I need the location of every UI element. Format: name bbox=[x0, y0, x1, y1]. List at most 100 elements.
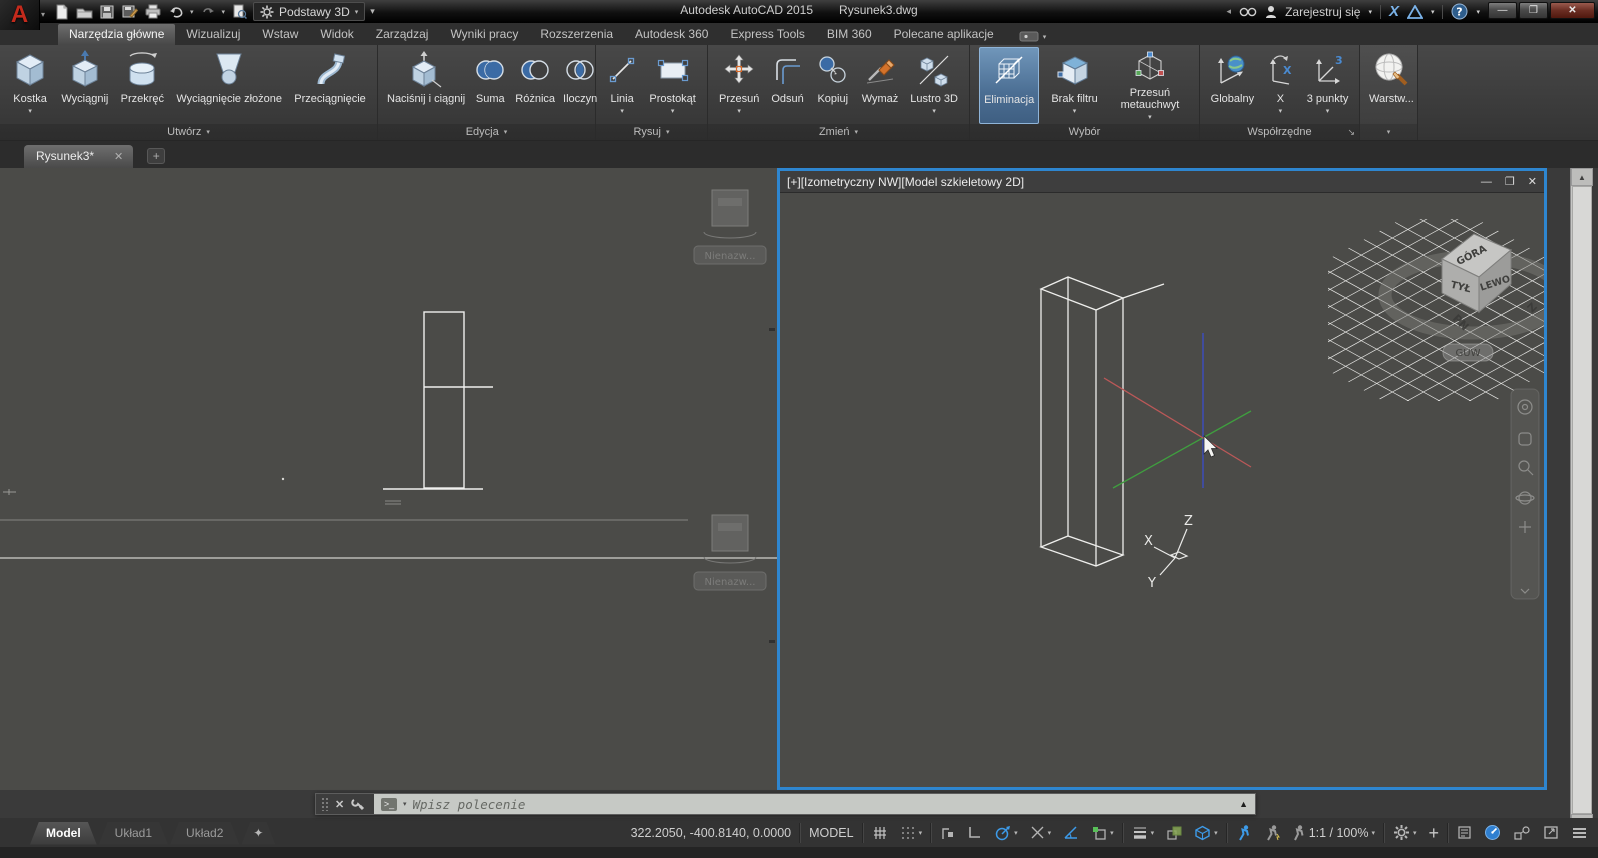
new-layout-button[interactable]: ✦ bbox=[241, 822, 275, 845]
kopiuj-button[interactable]: Kopiuj bbox=[812, 47, 854, 124]
left-viewport[interactable]: Nienazw... Nienazw... bbox=[0, 168, 777, 790]
redo-button[interactable] bbox=[199, 3, 217, 20]
close-button[interactable]: ✕ bbox=[1550, 2, 1595, 19]
eliminacja-button[interactable]: Eliminacja bbox=[979, 47, 1039, 124]
undo-caret-icon[interactable]: ▾ bbox=[190, 8, 194, 16]
restore-button[interactable]: ❐ bbox=[1519, 2, 1548, 19]
viewport-restore-icon[interactable]: ❐ bbox=[1505, 175, 1515, 188]
ucs-x-caret-icon[interactable]: ▾ bbox=[1279, 106, 1283, 118]
viewport-minimize-icon[interactable]: — bbox=[1481, 176, 1492, 188]
print-button[interactable] bbox=[144, 3, 162, 20]
przeciagniecie-button[interactable]: Przeciągnięcie bbox=[290, 47, 370, 124]
workspace-switch-caret-icon[interactable]: ▾ bbox=[1413, 829, 1417, 837]
command-line-close-icon[interactable]: ✕ bbox=[335, 798, 344, 811]
qat-overflow-icon[interactable]: ▾ bbox=[370, 6, 375, 17]
annotation-scale-toggle[interactable]: 1:1 / 100% ▾ bbox=[1286, 818, 1381, 847]
ucs-x-button[interactable]: X X ▾ bbox=[1261, 47, 1299, 124]
panel-utworz-footer[interactable]: Utwórz▾ bbox=[0, 124, 377, 140]
ucs-3-punkty-button[interactable]: 3 3 punkty ▾ bbox=[1303, 47, 1353, 124]
ribbon-state-caret-icon[interactable]: ▾ bbox=[1043, 33, 1047, 41]
przesun-caret-icon[interactable]: ▾ bbox=[737, 106, 741, 118]
customization-menu-button[interactable] bbox=[1565, 818, 1598, 847]
ribbon-display-toggle[interactable]: ▾ bbox=[1019, 31, 1047, 45]
plot-preview-button[interactable] bbox=[230, 3, 248, 20]
kostka-caret-icon[interactable]: ▾ bbox=[28, 106, 32, 118]
command-line-palette[interactable]: ✕ >_ ▾ Wpisz polecenie ▲ bbox=[315, 793, 1256, 815]
lineweight-caret-icon[interactable]: ▾ bbox=[1151, 829, 1155, 837]
lineweight-toggle[interactable]: ▾ bbox=[1126, 818, 1161, 847]
lustro-3d-caret-icon[interactable]: ▾ bbox=[932, 106, 936, 118]
panel-dialog-launcher-icon[interactable]: ↘ bbox=[1347, 127, 1355, 138]
mini-viewcube-bottom[interactable] bbox=[704, 515, 756, 563]
isolate-objects-button[interactable] bbox=[1507, 818, 1537, 847]
coordinates-display[interactable]: 322.2050, -400.8140, 0.0000 bbox=[631, 826, 792, 840]
tab-polecane-aplikacje[interactable]: Polecane aplikacje bbox=[883, 24, 1005, 45]
wyciagnij-button[interactable]: Wyciągnij bbox=[57, 47, 112, 124]
annotation-scale-caret-icon[interactable]: ▾ bbox=[1371, 829, 1375, 837]
prostokat-caret-icon[interactable]: ▾ bbox=[671, 106, 675, 118]
active-viewport[interactable]: [+][Izometryczny NW][Model szkieletowy 2… bbox=[777, 168, 1547, 790]
tab-wizualizuj[interactable]: Wizualizuj bbox=[175, 24, 251, 45]
help-caret-icon[interactable]: ▾ bbox=[1476, 8, 1480, 16]
annotation-scale-value[interactable]: 1:1 / 100% bbox=[1309, 826, 1369, 840]
odsun-button[interactable]: Odsuń bbox=[767, 47, 807, 124]
viewport-controls-menu[interactable]: [+] bbox=[787, 175, 801, 189]
warstwy-button[interactable]: Warstw... bbox=[1365, 47, 1418, 124]
command-input[interactable]: >_ ▾ Wpisz polecenie ▲ bbox=[374, 794, 1255, 814]
a360-caret-icon[interactable]: ▾ bbox=[1431, 8, 1435, 16]
undo-button[interactable] bbox=[167, 3, 185, 20]
viewport-visual-style-menu[interactable]: [Model szkieletowy 2D] bbox=[901, 175, 1024, 189]
brak-filtru-button[interactable]: Brak filtru ▾ bbox=[1047, 47, 1101, 124]
search-binoculars-icon[interactable] bbox=[1239, 5, 1257, 18]
tab-narzedzia-glowne[interactable]: Narzędzia główne bbox=[58, 24, 175, 45]
przesun-metauchwyt-button[interactable]: Przesuń metauchwyt ▾ bbox=[1110, 47, 1190, 124]
globalny-button[interactable]: Globalny bbox=[1207, 47, 1258, 124]
panel-zmien-footer[interactable]: Zmień▾ bbox=[708, 124, 969, 140]
workspace-caret-icon[interactable]: ▾ bbox=[355, 8, 359, 16]
mini-ucs-pill-bottom[interactable]: Nienazw... bbox=[694, 572, 766, 590]
file-tab-close-icon[interactable]: ✕ bbox=[114, 150, 123, 163]
ortho-toggle[interactable] bbox=[961, 818, 988, 847]
left-drawing-canvas[interactable]: Nienazw... Nienazw... bbox=[0, 168, 777, 790]
clean-screen-button[interactable] bbox=[1537, 818, 1565, 847]
navigation-bar[interactable] bbox=[1511, 389, 1539, 599]
linia-button[interactable]: Linia ▾ bbox=[603, 47, 641, 124]
tab-rozszerzenia[interactable]: Rozszerzenia bbox=[529, 24, 624, 45]
viewcube-ucs-button[interactable]: GUW bbox=[1443, 344, 1493, 361]
osnap-3d-caret-icon[interactable]: ▾ bbox=[1214, 829, 1218, 837]
workspace-selector[interactable]: Podstawy 3D ▾ bbox=[253, 2, 365, 21]
scroll-up-icon[interactable]: ▲ bbox=[1571, 168, 1593, 186]
viewcube[interactable]: GÓRA TYŁ LEWO bbox=[1442, 234, 1512, 312]
model-space-toggle[interactable]: MODEL bbox=[809, 826, 853, 840]
model-tab[interactable]: Model bbox=[30, 822, 97, 845]
snap-grid-toggle[interactable] bbox=[866, 818, 894, 847]
viewport-view-menu[interactable]: [Izometryczny NW] bbox=[801, 175, 902, 189]
redo-caret-icon[interactable]: ▾ bbox=[222, 8, 226, 16]
osnap-caret-icon[interactable]: ▾ bbox=[1048, 829, 1052, 837]
suma-button[interactable]: Suma bbox=[469, 47, 511, 124]
drawing-canvas[interactable]: PN Z GÓRA TYŁ LEWO GUW bbox=[780, 193, 1544, 787]
przesun-button[interactable]: Przesuń ▾ bbox=[715, 47, 763, 124]
exchange-apps-icon[interactable]: X bbox=[1389, 3, 1399, 20]
command-line-customize-icon[interactable] bbox=[351, 797, 365, 811]
roznica-button[interactable]: Różnica bbox=[511, 47, 559, 124]
linia-caret-icon[interactable]: ▾ bbox=[620, 106, 624, 118]
przekrec-button[interactable]: Przekręć bbox=[117, 47, 168, 124]
command-history-icon[interactable]: ▲ bbox=[1239, 799, 1248, 809]
tab-zarzadzaj[interactable]: Zarządzaj bbox=[365, 24, 440, 45]
layout1-tab[interactable]: Układ1 bbox=[99, 822, 168, 845]
a360-icon[interactable] bbox=[1407, 5, 1423, 19]
kostka-button[interactable]: Kostka ▾ bbox=[7, 47, 53, 124]
minimize-button[interactable]: — bbox=[1488, 2, 1517, 19]
tab-wyniki-pracy[interactable]: Wyniki pracy bbox=[439, 24, 529, 45]
mini-viewcube-top[interactable] bbox=[704, 190, 756, 238]
polar-tracking-toggle[interactable]: ▾ bbox=[988, 818, 1024, 847]
nacisnij-i-ciagnij-button[interactable]: Naciśnij i ciągnij bbox=[383, 47, 469, 124]
annotation-visibility-toggle[interactable] bbox=[1230, 818, 1258, 847]
panel-edycja-footer[interactable]: Edycja▾ bbox=[378, 124, 595, 140]
command-recent-caret-icon[interactable]: ▾ bbox=[403, 800, 407, 808]
transparency-toggle[interactable] bbox=[1160, 818, 1188, 847]
przesun-metauchwyt-caret-icon[interactable]: ▾ bbox=[1148, 112, 1152, 124]
new-drawing-tab-button[interactable]: + bbox=[147, 148, 165, 164]
vertical-scrollbar[interactable]: ▲ ▼ bbox=[1570, 168, 1592, 832]
